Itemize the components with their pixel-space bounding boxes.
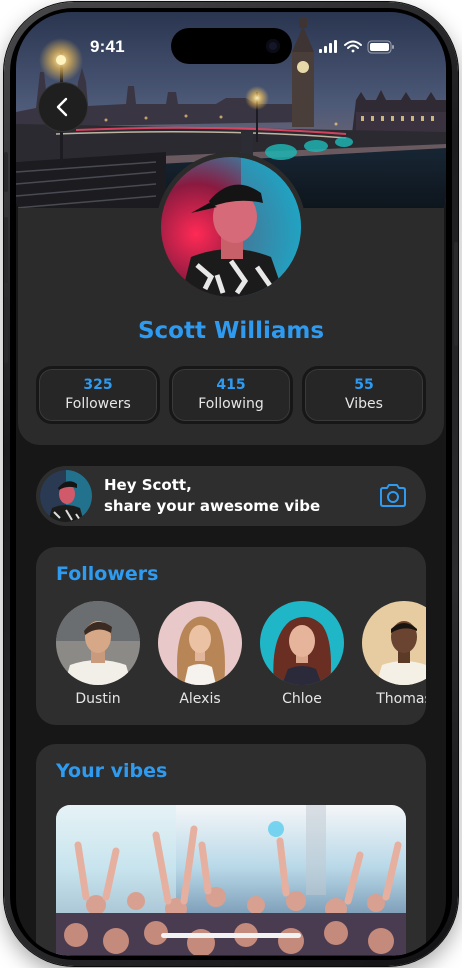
vibes-section: Your vibes xyxy=(36,744,426,956)
profile-name: Scott Williams xyxy=(137,318,325,344)
chevron-left-icon xyxy=(56,97,68,117)
volume-up-button xyxy=(4,217,8,283)
front-camera xyxy=(266,39,280,53)
app-screen: 9:41 Scott Williams 325 Followers 415 Fo… xyxy=(16,12,446,956)
follower-item[interactable]: Thomas xyxy=(362,601,426,707)
stat-following-label: Following xyxy=(198,396,264,412)
power-button xyxy=(454,242,458,346)
status-icons xyxy=(316,39,406,54)
action-button xyxy=(4,152,8,192)
followers-section: Followers Dustin Alexis Chloe Thoma xyxy=(36,547,426,725)
follower-avatar xyxy=(158,601,242,685)
stat-vibes-value: 55 xyxy=(354,377,374,393)
stat-followers-value: 325 xyxy=(83,377,113,393)
status-time: 9:41 xyxy=(90,37,125,56)
back-button[interactable] xyxy=(38,82,88,132)
vibes-title: Your vibes xyxy=(56,760,168,782)
share-prompt-line2: share your awesome vibe xyxy=(104,497,321,515)
follower-avatar xyxy=(56,601,140,685)
stat-following-value: 415 xyxy=(216,377,246,393)
follower-avatar xyxy=(362,601,426,685)
status-bar: 9:41 xyxy=(16,12,446,76)
profile-avatar[interactable] xyxy=(156,152,306,302)
camera-button[interactable] xyxy=(378,482,408,510)
follower-name: Chloe xyxy=(282,691,322,707)
share-vibe-bar[interactable]: Hey Scott, share your awesome vibe xyxy=(36,466,426,526)
signal-icon xyxy=(319,40,337,53)
follower-item[interactable]: Chloe xyxy=(260,601,344,707)
stat-followers-label: Followers xyxy=(65,396,131,412)
home-indicator[interactable] xyxy=(161,933,301,938)
follower-name: Thomas xyxy=(376,691,426,707)
follower-name: Alexis xyxy=(179,691,221,707)
stat-followers[interactable]: 325 Followers xyxy=(36,366,160,424)
wifi-icon xyxy=(344,40,362,53)
share-prompt: Hey Scott, share your awesome vibe xyxy=(104,475,320,517)
camera-icon xyxy=(380,484,406,507)
volume-down-button xyxy=(4,297,8,363)
followers-title: Followers xyxy=(56,563,159,585)
stat-vibes[interactable]: 55 Vibes xyxy=(302,366,426,424)
share-prompt-line1: Hey Scott, xyxy=(104,476,192,494)
stat-vibes-label: Vibes xyxy=(345,396,383,412)
follower-name: Dustin xyxy=(75,691,121,707)
follower-avatar xyxy=(260,601,344,685)
dynamic-island xyxy=(171,28,292,64)
follower-item[interactable]: Dustin xyxy=(56,601,140,707)
follower-item[interactable]: Alexis xyxy=(158,601,242,707)
stat-following[interactable]: 415 Following xyxy=(169,366,293,424)
battery-icon xyxy=(367,40,394,54)
share-avatar xyxy=(40,470,92,522)
